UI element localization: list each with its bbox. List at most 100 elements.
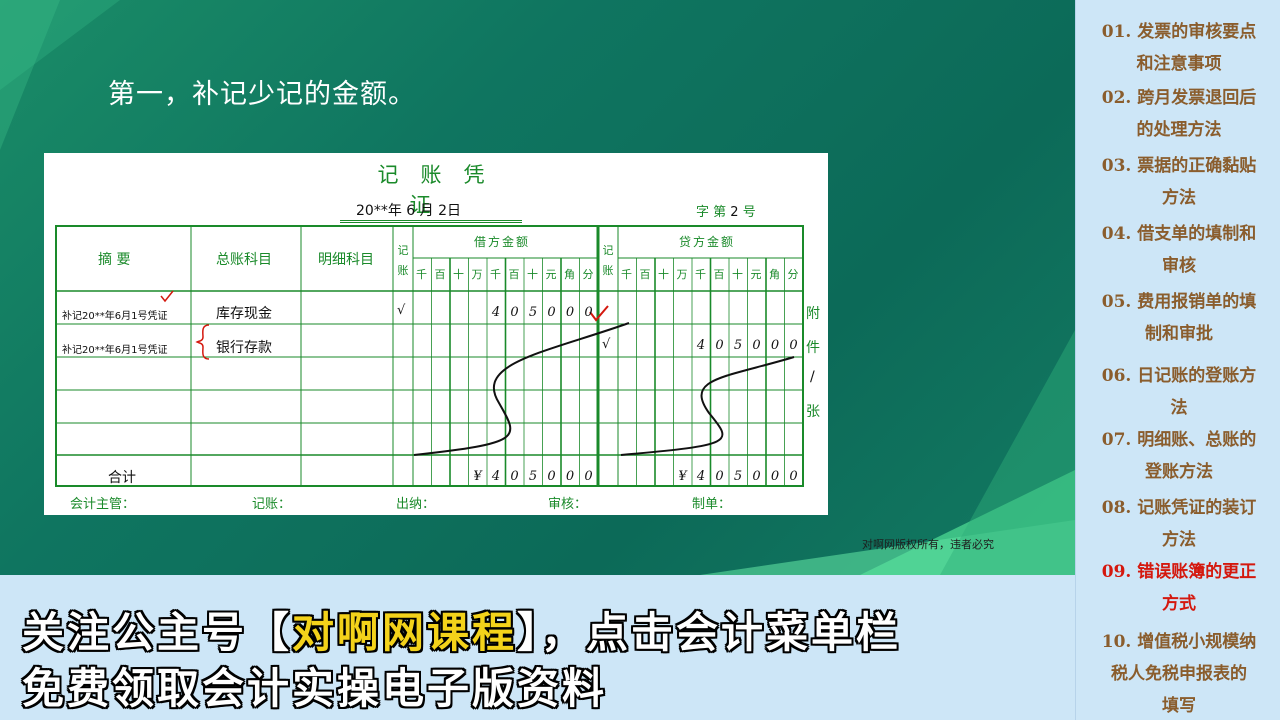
credit-unit-label: 分	[787, 268, 799, 281]
sign-cashier: 出纳：	[396, 497, 436, 512]
voucher-grid	[55, 225, 804, 487]
total-debit-digit: 0	[510, 469, 519, 484]
header-debit: 借方金额	[474, 235, 531, 249]
attachment-char-4: 张	[806, 404, 820, 420]
sign-bookkeeper: 记账：	[252, 497, 292, 512]
course-item-line: 登账方法	[1145, 462, 1213, 482]
promo-line-1-post: 】，点击会计菜单栏	[517, 608, 902, 657]
row1-summary: 补记20**年6月1号凭证	[62, 311, 168, 322]
credit-unit-label: 百	[639, 268, 651, 281]
debit-unit-label: 角	[564, 268, 575, 281]
credit-unit-label: 万	[676, 268, 688, 281]
course-item-10[interactable]: 10. 增值税小规模纳 税人免税申报表的 填写	[1080, 626, 1278, 720]
total-credit-digit: 4	[696, 469, 706, 484]
row2-summary: 补记20**年6月1号凭证	[62, 345, 168, 356]
row2-account: 银行存款	[216, 340, 272, 356]
slide-stage: 第一，补记少记的金额。 记账凭证 20**年 6 月 2日 字 第 2 号 摘 …	[0, 0, 1075, 575]
course-item-line: 填写	[1162, 696, 1196, 716]
course-item-line: 税人免税申报表的	[1111, 664, 1247, 684]
course-item-2[interactable]: 02. 跨月发票退回后 的处理方法	[1080, 82, 1278, 146]
header-general-account: 总账科目	[216, 252, 272, 268]
debit-unit-label: 元	[545, 268, 557, 281]
course-item-line: 制和审批	[1145, 324, 1213, 344]
course-item-4[interactable]: 04. 借支单的填制和 审核	[1080, 218, 1278, 282]
row1-account: 库存现金	[216, 306, 272, 322]
attachment-char-1: 附	[806, 306, 820, 322]
total-debit-digit: 0	[547, 469, 556, 484]
promo-line-1-pre: 关注公主号【	[22, 608, 293, 657]
promo-line-2: 免费领取会计实操电子版资料	[22, 664, 608, 713]
course-sidebar: 01. 发票的审核要点 和注意事项 02. 跨月发票退回后 的处理方法 03. 票据的正…	[1075, 0, 1280, 720]
row2-credit-digit: 0	[715, 338, 724, 353]
header-detail-account: 明细科目	[318, 252, 374, 268]
accounting-voucher: 记账凭证 20**年 6 月 2日 字 第 2 号 摘 要 总账科目 明细科目 …	[44, 153, 828, 515]
row2-credit-digit: 0	[789, 338, 798, 353]
course-item-line: 01. 发票的审核要点	[1101, 22, 1257, 42]
credit-unit-label: 千	[621, 268, 632, 281]
course-item-line: 的处理方法	[1136, 120, 1222, 140]
course-item-9[interactable]: 09. 错误账簿的更正 方式	[1080, 556, 1278, 620]
course-item-line: 10. 增值税小规模纳	[1101, 632, 1257, 652]
debit-unit-label: 分	[582, 268, 594, 281]
row1-debit-digit: 0	[565, 305, 575, 320]
course-item-line: 法	[1170, 398, 1188, 418]
credit-unit-label: 十	[732, 268, 743, 281]
total-credit-digit: 0	[752, 469, 761, 484]
total-credit-digit: 5	[733, 469, 743, 484]
total-label: 合计	[108, 470, 136, 486]
header-posted-debit: 记账	[397, 244, 409, 277]
row1-debit-digit: 4	[491, 305, 501, 320]
course-item-line: 09. 错误账簿的更正	[1101, 562, 1257, 582]
attachment-char-3: /	[810, 369, 815, 385]
course-item-7[interactable]: 07. 明细账、总账的 登账方法	[1080, 424, 1278, 488]
row2-credit-digit: 4	[696, 338, 706, 353]
course-item-line: 和注意事项	[1136, 54, 1222, 74]
total-debit-digit: 0	[584, 469, 593, 484]
promo-highlight: 对啊网课程	[292, 608, 518, 657]
course-item-line: 06. 日记账的登账方	[1101, 366, 1257, 386]
sign-reviewer: 审核：	[548, 497, 588, 512]
row2-credit-digit: 0	[770, 338, 780, 353]
row2-credit-digit: 0	[752, 338, 761, 353]
total-credit-digit: 0	[770, 469, 780, 484]
promo-line-1: 关注公主号【对啊网课程】，点击会计菜单栏	[22, 599, 901, 660]
row2-credit-mark: √	[602, 337, 611, 352]
header-summary: 摘 要	[98, 252, 131, 268]
course-item-line: 04. 借支单的填制和	[1101, 224, 1257, 244]
sign-preparer: 制单：	[692, 497, 732, 512]
credit-unit-label: 角	[769, 268, 780, 281]
row1-debit-digit: 5	[528, 305, 538, 320]
total-debit-digit: ¥	[473, 469, 482, 484]
row1-debit-mark: √	[397, 303, 406, 318]
sign-supervisor: 会计主管：	[70, 497, 136, 512]
course-item-line: 方法	[1162, 530, 1196, 550]
course-item-6[interactable]: 06. 日记账的登账方法	[1080, 360, 1278, 424]
total-debit-digit: 4	[491, 469, 501, 484]
copyright-notice: 对啊网版权所有，违者必究	[862, 538, 994, 551]
debit-unit-label: 千	[416, 268, 427, 281]
promo-banner: 关注公主号【对啊网课程】，点击会计菜单栏 免费领取会计实操电子版资料	[0, 575, 1075, 720]
course-item-line: 方法	[1162, 188, 1196, 208]
total-credit-digit: 0	[789, 469, 798, 484]
header-credit: 贷方金额	[679, 235, 736, 249]
slide-title: 第一，补记少记的金额。	[108, 79, 416, 110]
attachment-char-2: 件	[806, 340, 820, 356]
debit-unit-label: 千	[490, 268, 501, 281]
row1-debit-digit: 0	[584, 305, 593, 320]
course-item-line: 05. 费用报销单的填	[1101, 292, 1257, 312]
course-item-3[interactable]: 03. 票据的正确黏贴 方法	[1080, 150, 1278, 214]
debit-unit-label: 十	[453, 268, 464, 281]
credit-unit-label: 元	[750, 268, 762, 281]
course-item-5[interactable]: 05. 费用报销单的填 制和审批	[1080, 286, 1278, 350]
row2-credit-digit: 5	[733, 338, 743, 353]
row1-debit-digit: 0	[547, 305, 556, 320]
total-debit-digit: 0	[565, 469, 575, 484]
credit-unit-label: 百	[713, 268, 725, 281]
debit-unit-label: 万	[471, 268, 483, 281]
course-item-line: 02. 跨月发票退回后	[1101, 88, 1257, 108]
course-item-1[interactable]: 01. 发票的审核要点 和注意事项	[1080, 16, 1278, 80]
course-item-line: 03. 票据的正确黏贴	[1101, 156, 1257, 176]
credit-unit-label: 十	[658, 268, 669, 281]
course-item-8[interactable]: 08. 记账凭证的装订 方法	[1080, 492, 1278, 556]
debit-unit-label: 百	[434, 268, 446, 281]
